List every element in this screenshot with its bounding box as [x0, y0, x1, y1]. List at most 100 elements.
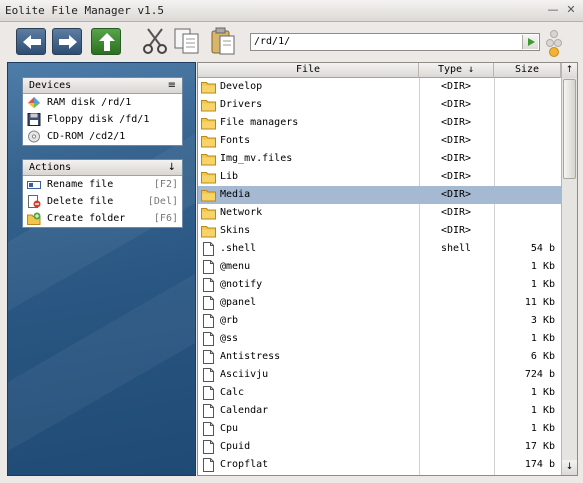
column-file[interactable]: File: [198, 63, 419, 78]
file-type: <DIR>: [440, 153, 472, 164]
file-size: 54 b: [530, 243, 555, 254]
cdrom-icon: [28, 130, 40, 143]
device-label: Floppy disk /fd/1: [47, 114, 150, 125]
device-ram-disk[interactable]: RAM disk /rd/1: [23, 94, 182, 111]
forward-icon: [59, 35, 77, 49]
file-row[interactable]: Cropflat 174 b: [198, 456, 561, 474]
file-row[interactable]: Asciivju 724 b: [198, 366, 561, 384]
ram-disk-icon: [28, 97, 40, 108]
play-icon: [528, 38, 535, 46]
file-icon: [203, 350, 214, 364]
forward-button[interactable]: [52, 28, 82, 55]
file-row[interactable]: @panel 11 Kb: [198, 294, 561, 312]
folder-row[interactable]: Lib <DIR>: [198, 168, 561, 186]
toolbar: /rd/1/: [0, 22, 583, 62]
file-icon: [203, 278, 214, 292]
folder-row[interactable]: Media <DIR>: [198, 186, 561, 204]
scroll-up-button[interactable]: ↑: [562, 63, 577, 78]
file-row[interactable]: Calc 1 Kb: [198, 384, 561, 402]
file-type: <DIR>: [440, 225, 472, 236]
minimize-button[interactable]: —: [547, 4, 559, 16]
folder-row[interactable]: File managers <DIR>: [198, 114, 561, 132]
device-label: RAM disk /rd/1: [47, 97, 132, 108]
file-row[interactable]: @rb 3 Kb: [198, 312, 561, 330]
device-floppy[interactable]: Floppy disk /fd/1: [23, 111, 182, 128]
file-icon: [203, 368, 214, 382]
file-size: 1 Kb: [530, 405, 555, 416]
file-row[interactable]: Antistress 6 Kb: [198, 348, 561, 366]
folder-row[interactable]: Img_mv.files <DIR>: [198, 150, 561, 168]
file-type: <DIR>: [440, 99, 472, 110]
folder-icon: [201, 136, 216, 148]
devices-menu-icon[interactable]: ≡: [168, 78, 176, 93]
column-type[interactable]: Type ↓: [419, 63, 494, 78]
action-delete[interactable]: Delete file [Del]: [23, 193, 182, 210]
paste-icon[interactable]: [208, 26, 238, 56]
device-cdrom[interactable]: CD-ROM /cd2/1: [23, 128, 182, 145]
address-field[interactable]: /rd/1/: [250, 33, 540, 51]
file-row[interactable]: @menu 1 Kb: [198, 258, 561, 276]
vertical-scrollbar[interactable]: ↑ ↓: [561, 63, 577, 475]
devices-title: Devices: [29, 80, 72, 91]
action-label: Create folder: [47, 213, 126, 224]
file-size: 11 Kb: [524, 297, 555, 308]
cut-icon[interactable]: [140, 26, 170, 56]
action-create-folder[interactable]: Create folder [F6]: [23, 210, 182, 227]
file-icon: [203, 440, 214, 454]
file-icon: [203, 260, 214, 274]
status-lights-icon: [546, 30, 562, 57]
file-row[interactable]: Cpu 1 Kb: [198, 420, 561, 438]
file-type: shell: [440, 243, 472, 254]
scroll-down-button[interactable]: ↓: [562, 460, 577, 475]
file-name: Drivers: [220, 99, 263, 110]
folder-icon: [201, 100, 216, 112]
folder-row[interactable]: Skins <DIR>: [198, 222, 561, 240]
folder-icon: [201, 208, 216, 220]
delete-icon: [28, 195, 41, 208]
file-row[interactable]: .shell shell 54 b: [198, 240, 561, 258]
file-name: Cpu: [220, 423, 239, 434]
list-header: File Type ↓ Size: [198, 63, 561, 78]
up-button[interactable]: [91, 28, 121, 55]
column-size[interactable]: Size: [494, 63, 561, 78]
file-name: Calendar: [220, 405, 269, 416]
scroll-thumb[interactable]: [563, 79, 576, 179]
file-size: 3 Kb: [530, 315, 555, 326]
folder-icon: [201, 118, 216, 130]
folder-row[interactable]: Drivers <DIR>: [198, 96, 561, 114]
file-row[interactable]: @ss 1 Kb: [198, 330, 561, 348]
folder-icon: [201, 190, 216, 202]
actions-title: Actions: [29, 162, 72, 173]
folder-icon: [201, 154, 216, 166]
close-button[interactable]: ✕: [565, 4, 577, 16]
action-rename[interactable]: Rename file [F2]: [23, 176, 182, 193]
rename-icon: [27, 181, 41, 189]
folder-row[interactable]: Fonts <DIR>: [198, 132, 561, 150]
actions-collapse-icon[interactable]: ↓: [168, 160, 176, 175]
file-rows: Develop <DIR> Drivers <DIR> File managers <DI…: [198, 78, 561, 474]
file-row[interactable]: @notify 1 Kb: [198, 276, 561, 294]
back-button[interactable]: [16, 28, 46, 55]
file-name: Calc: [220, 387, 245, 398]
up-icon: [99, 33, 115, 51]
file-size: 1 Kb: [530, 423, 555, 434]
file-name: @ss: [220, 333, 239, 344]
file-type: <DIR>: [440, 189, 472, 200]
title-bar: Eolite File Manager v1.5 — ✕: [0, 0, 583, 22]
devices-header[interactable]: Devices ≡: [23, 78, 182, 94]
file-size: 1 Kb: [530, 279, 555, 290]
action-shortcut: [Del]: [147, 196, 178, 207]
file-icon: [203, 386, 214, 400]
copy-icon[interactable]: [172, 26, 202, 56]
file-name: @panel: [220, 297, 257, 308]
go-button[interactable]: [522, 35, 538, 49]
file-row[interactable]: Cpuid 17 Kb: [198, 438, 561, 456]
folder-icon: [201, 172, 216, 184]
file-name: Cpuid: [220, 441, 251, 452]
file-name: File managers: [220, 117, 299, 128]
actions-header[interactable]: Actions ↓: [23, 160, 182, 176]
folder-row[interactable]: Develop <DIR>: [198, 78, 561, 96]
folder-row[interactable]: Network <DIR>: [198, 204, 561, 222]
file-icon: [203, 242, 214, 256]
file-row[interactable]: Calendar 1 Kb: [198, 402, 561, 420]
